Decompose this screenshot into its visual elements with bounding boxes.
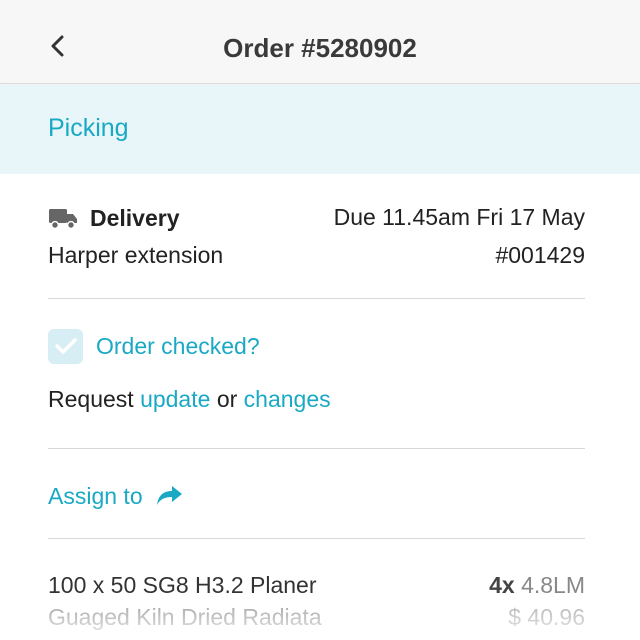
- order-checked-row[interactable]: Order checked?: [48, 328, 585, 364]
- app-header: Order #5280902: [0, 0, 640, 84]
- job-name: Harper extension: [48, 242, 224, 268]
- assign-to-button[interactable]: Assign to: [48, 478, 585, 514]
- delivery-row: Delivery Due 11.45am Fri 17 May: [48, 200, 585, 236]
- item-quantity: 4x 4.8LM: [489, 572, 585, 599]
- chevron-left-icon: [51, 35, 64, 57]
- status-label: Picking: [48, 114, 129, 142]
- job-row: Harper extension #001429: [48, 240, 585, 274]
- request-prefix: Request: [48, 386, 134, 412]
- assign-to-label[interactable]: Assign to: [48, 483, 143, 510]
- request-or: or: [216, 386, 238, 412]
- page-title: Order #5280902: [223, 33, 417, 63]
- divider: [48, 448, 585, 449]
- share-arrow-icon[interactable]: [155, 484, 183, 508]
- due-date: Due 11.45am Fri 17 May: [333, 204, 585, 230]
- order-checked-label[interactable]: Order checked?: [96, 333, 260, 360]
- status-banner: Picking: [0, 85, 640, 174]
- delivery-label: Delivery: [90, 204, 180, 231]
- checkmark-icon: [54, 338, 77, 354]
- list-item-details: Guaged Kiln Dried Radiata $ 40.96: [48, 604, 585, 634]
- divider: [48, 538, 585, 539]
- item-description: Guaged Kiln Dried Radiata: [48, 604, 322, 630]
- list-item[interactable]: 100 x 50 SG8 H3.2 Planer 4x 4.8LM: [48, 572, 585, 602]
- truck-icon: [49, 209, 77, 230]
- request-row: Request update or changes: [48, 386, 585, 420]
- item-qty: 4x: [489, 572, 515, 598]
- item-name: 100 x 50 SG8 H3.2 Planer: [48, 572, 317, 598]
- order-checked-checkbox[interactable]: [48, 328, 83, 364]
- item-price: $ 40.96: [508, 604, 585, 630]
- back-button[interactable]: [40, 28, 76, 64]
- job-reference: #001429: [495, 242, 585, 268]
- request-changes-link[interactable]: changes: [244, 386, 331, 412]
- request-update-link[interactable]: update: [140, 386, 210, 412]
- item-unit: 4.8LM: [521, 572, 585, 598]
- divider: [48, 298, 585, 299]
